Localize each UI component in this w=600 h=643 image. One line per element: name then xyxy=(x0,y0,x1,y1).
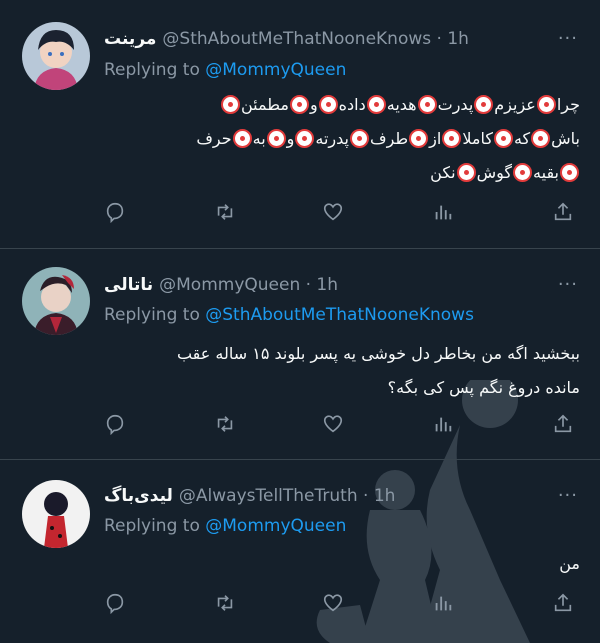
replying-to-label: Replying to xyxy=(104,305,206,325)
clown-emoji-icon xyxy=(456,163,476,182)
tweet-2[interactable]: ناتالی @MommyQueen · 1h ··· Replying to @… xyxy=(0,249,600,459)
clown-emoji-icon xyxy=(536,95,556,114)
reply-icon[interactable] xyxy=(104,413,130,439)
handle-and-time[interactable]: @MommyQueen · 1h xyxy=(159,275,338,295)
like-icon[interactable] xyxy=(322,592,348,618)
tweet-header: مرینت @SthAboutMeThatNooneKnows · 1h xyxy=(104,29,469,49)
clown-emoji-icon xyxy=(232,129,252,148)
clown-emoji-icon xyxy=(409,129,429,148)
clown-emoji-icon xyxy=(266,129,286,148)
retweet-icon[interactable] xyxy=(214,592,240,618)
tweet-text-line: باشکهکاملاازطرفپدرتهوبهحرف xyxy=(196,129,580,148)
clown-emoji-icon xyxy=(366,95,386,114)
tweet-actions xyxy=(104,201,578,227)
reply-icon[interactable] xyxy=(104,592,130,618)
tweet-actions xyxy=(104,592,578,618)
tweet-header: لیدی‌باگ @AlwaysTellTheTruth · 1h xyxy=(104,486,395,506)
tweet-text: چراعزیزمپدرتهدیهدادهومطمئن باشکهکاملاازط… xyxy=(104,88,580,190)
handle-and-time[interactable]: @SthAboutMeThatNooneKnows · 1h xyxy=(162,29,469,49)
handle-and-time[interactable]: @AlwaysTellTheTruth · 1h xyxy=(179,486,396,506)
replying-to: Replying to @MommyQueen xyxy=(104,516,346,536)
clown-emoji-icon xyxy=(560,163,579,182)
mention-link[interactable]: @SthAboutMeThatNooneKnows xyxy=(205,305,474,325)
analytics-icon[interactable] xyxy=(432,592,458,618)
retweet-icon[interactable] xyxy=(214,413,240,439)
share-icon[interactable] xyxy=(552,201,578,227)
replying-to: Replying to @MommyQueen xyxy=(104,60,346,80)
tweet-text: ببخشید اگه من بخاطر دل خوشی یه پسر بلوند… xyxy=(104,337,580,405)
replying-to: Replying to @SthAboutMeThatNooneKnows xyxy=(104,305,474,325)
clown-emoji-icon xyxy=(318,95,338,114)
tweet-3[interactable]: لیدی‌باگ @AlwaysTellTheTruth · 1h ··· Rep… xyxy=(0,460,600,643)
tweet-actions xyxy=(104,413,578,439)
tweet-text-line: چراعزیزمپدرتهدیهدادهومطمئن xyxy=(104,88,580,122)
analytics-icon[interactable] xyxy=(432,201,458,227)
like-icon[interactable] xyxy=(322,201,348,227)
retweet-icon[interactable] xyxy=(214,201,240,227)
clown-emoji-icon xyxy=(474,95,494,114)
like-icon[interactable] xyxy=(322,413,348,439)
replying-to-label: Replying to xyxy=(104,60,206,80)
tweet-header: ناتالی @MommyQueen · 1h xyxy=(104,275,338,295)
mention-link[interactable]: @MommyQueen xyxy=(205,516,346,536)
avatar[interactable] xyxy=(22,267,90,335)
share-icon[interactable] xyxy=(552,592,578,618)
mention-link[interactable]: @MommyQueen xyxy=(205,60,346,80)
clown-emoji-icon xyxy=(531,129,551,148)
clown-emoji-icon xyxy=(442,129,462,148)
clown-emoji-icon xyxy=(417,95,437,114)
reply-icon[interactable] xyxy=(104,201,130,227)
display-name[interactable]: مرینت xyxy=(104,29,156,49)
more-options-icon[interactable]: ··· xyxy=(558,28,578,49)
tweet-text-line: بقیهگوشنکن xyxy=(104,156,580,190)
analytics-icon[interactable] xyxy=(432,413,458,439)
share-icon[interactable] xyxy=(552,413,578,439)
display-name[interactable]: لیدی‌باگ xyxy=(104,486,173,506)
clown-emoji-icon xyxy=(513,163,533,182)
tweet-1[interactable]: مرینت @SthAboutMeThatNooneKnows · 1h ··· … xyxy=(0,0,600,248)
tweet-text-line: مانده دروغ نگم پس کی بگه؟ xyxy=(387,378,580,397)
more-options-icon[interactable]: ··· xyxy=(558,274,578,295)
more-options-icon[interactable]: ··· xyxy=(558,485,578,506)
clown-emoji-icon xyxy=(493,129,513,148)
tweet-text-line: ببخشید اگه من بخاطر دل خوشی یه پسر بلوند… xyxy=(176,344,580,363)
tweet-text: من xyxy=(104,547,580,581)
clown-emoji-icon xyxy=(289,95,309,114)
replying-to-label: Replying to xyxy=(104,516,206,536)
clown-emoji-icon xyxy=(295,129,315,148)
clown-emoji-icon xyxy=(350,129,369,148)
clown-emoji-icon xyxy=(220,95,240,114)
avatar[interactable] xyxy=(22,480,90,548)
avatar[interactable] xyxy=(22,22,90,90)
display-name[interactable]: ناتالی xyxy=(104,275,153,295)
tweet-text-line: من xyxy=(559,554,580,573)
